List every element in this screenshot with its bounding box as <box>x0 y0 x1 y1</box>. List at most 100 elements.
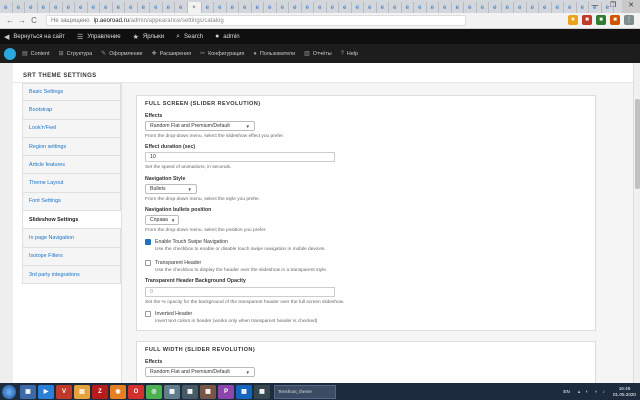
browser-tab[interactable]: e <box>163 2 175 13</box>
explorer-icon[interactable]: ▤ <box>74 384 90 399</box>
browser-tab[interactable]: e <box>113 2 125 13</box>
browser-tab[interactable]: e <box>539 2 552 13</box>
star-icon[interactable]: ★ <box>568 15 578 25</box>
bulletpos-select[interactable]: Справа ▼ <box>145 215 179 225</box>
chrome-icon[interactable]: ◎ <box>146 384 162 399</box>
url-input[interactable]: Не защищено lp.aeoroad.ru /admin/appeara… <box>46 15 466 26</box>
app-icon[interactable]: ▦ <box>182 384 198 399</box>
page-scrollbar[interactable] <box>633 63 640 383</box>
manage-tab[interactable]: ☰ Управление <box>77 33 121 41</box>
browser-tab[interactable]: e <box>377 2 389 13</box>
firefox-icon[interactable]: ◉ <box>110 384 126 399</box>
sidebar-item[interactable]: Font Settings <box>22 192 121 212</box>
browser-tab[interactable]: e <box>452 2 464 13</box>
browser-tab[interactable]: e <box>100 2 113 13</box>
search-tab[interactable]: ⌕ Search <box>176 33 203 41</box>
browser-tab[interactable]: e <box>264 2 277 13</box>
duration-input[interactable]: 10 <box>145 152 335 162</box>
browser-tab[interactable]: e <box>0 2 13 13</box>
menu-item-config[interactable]: ✂ Конфигурация <box>200 50 244 58</box>
browser-tab[interactable]: e <box>502 2 514 13</box>
browser-tab[interactable]: e <box>564 2 577 13</box>
sidebar-item[interactable]: Region settings <box>22 137 121 157</box>
menu-item-appearance[interactable]: ✎ Оформление <box>101 50 143 58</box>
browser-tab[interactable]: e <box>227 2 239 13</box>
phpstorm-icon[interactable]: P <box>218 384 234 399</box>
reload-button[interactable]: C <box>28 16 40 25</box>
app-icon[interactable]: ▦ <box>254 384 270 399</box>
sidebar-item[interactable]: Basic Settings <box>22 83 121 102</box>
browser-tab[interactable]: e <box>63 2 75 13</box>
browser-tab[interactable]: e <box>25 2 38 13</box>
media-icon[interactable]: ▶ <box>38 384 54 399</box>
checkbox-unchecked-icon[interactable] <box>145 260 151 266</box>
browser-tab[interactable]: e <box>527 2 539 13</box>
extension-icon[interactable]: ■ <box>596 15 606 25</box>
insecure-label[interactable]: Не защищено <box>51 18 90 24</box>
browser-tab[interactable]: e <box>175 2 188 13</box>
checkbox-unchecked-icon[interactable] <box>145 311 151 317</box>
browser-tab[interactable]: e <box>75 2 88 13</box>
browser-tab[interactable]: e <box>477 2 489 13</box>
shortcuts-tab[interactable]: ★ Ярлыки <box>133 33 165 41</box>
browser-tab[interactable]: e <box>252 2 264 13</box>
sidebar-item[interactable]: Bootstrap <box>22 101 121 120</box>
close-window-button[interactable]: ✕ <box>622 0 640 13</box>
sidebar-item[interactable]: Look'n'Feel <box>22 119 121 138</box>
user-tab[interactable]: ● admin <box>215 33 240 40</box>
transparent-header-checkbox[interactable]: Transparent Header <box>145 260 201 266</box>
tray-icons[interactable]: ▴ ◐ ◑ ♪ <box>578 389 607 395</box>
browser-tab[interactable]: e <box>364 2 377 13</box>
browser-tab[interactable]: e <box>138 2 150 13</box>
menu-item-reports[interactable]: ▥ Отчёты <box>304 50 331 58</box>
menu-item-content[interactable]: ▤ Content <box>22 50 50 58</box>
app-icon[interactable]: ▦ <box>200 384 216 399</box>
clock[interactable]: 16:49 01.05.2020 <box>613 386 636 397</box>
browser-tab[interactable]: e <box>327 2 339 13</box>
browser-tab[interactable]: e <box>289 2 302 13</box>
browser-tab[interactable]: e <box>402 2 414 13</box>
browser-tab[interactable]: e <box>302 2 314 13</box>
browser-tab[interactable]: e <box>352 2 364 13</box>
scrollbar-thumb[interactable] <box>635 99 640 189</box>
browser-tab[interactable]: e <box>339 2 352 13</box>
browser-tab[interactable]: e <box>427 2 439 13</box>
menu-item-extend[interactable]: ✚ Расширения <box>152 50 191 58</box>
sidebar-item[interactable]: Slideshow Settings <box>22 211 121 230</box>
language-indicator[interactable]: EN <box>563 389 569 394</box>
menu-icon[interactable]: ⋮ <box>624 15 634 25</box>
app-icon[interactable]: ▦ <box>236 384 252 399</box>
browser-tab[interactable]: e <box>202 2 214 13</box>
browser-tab[interactable]: e <box>50 2 63 13</box>
vivaldi-icon[interactable]: V <box>56 384 72 399</box>
browser-tab[interactable]: e <box>489 2 502 13</box>
extension-icon[interactable]: ■ <box>610 15 620 25</box>
minimize-button[interactable]: — <box>586 0 604 13</box>
opera-icon[interactable]: O <box>128 384 144 399</box>
browser-tab[interactable]: e <box>214 2 227 13</box>
browser-tab[interactable]: e <box>439 2 452 13</box>
browser-tab[interactable]: e <box>38 2 50 13</box>
browser-tab[interactable]: e <box>239 2 252 13</box>
sidebar-item[interactable]: 3rd party integrations <box>22 265 121 285</box>
menu-item-structure[interactable]: ⊞ Структура <box>59 50 93 58</box>
effects-select[interactable]: Random Flat and Premium/Default ▼ <box>145 121 255 131</box>
menu-item-people[interactable]: ● Пользователи <box>253 51 295 57</box>
browser-tab[interactable]: e <box>514 2 527 13</box>
browser-tab[interactable]: e <box>314 2 327 13</box>
app-icon[interactable]: ▦ <box>164 384 180 399</box>
browser-tab[interactable]: e <box>150 2 163 13</box>
filezilla-icon[interactable]: Z <box>92 384 108 399</box>
browser-tab[interactable]: e <box>13 2 25 13</box>
checkbox-checked-icon[interactable] <box>145 239 151 245</box>
start-button[interactable] <box>2 384 16 399</box>
maximize-button[interactable]: ❐ <box>604 0 622 13</box>
browser-tab[interactable]: e <box>88 2 100 13</box>
sidebar-item[interactable]: Isotope Filters <box>22 247 121 266</box>
sidebar-item[interactable]: Theme Layout <box>22 174 121 193</box>
forward-button[interactable]: → <box>16 16 28 25</box>
browser-tab[interactable]: e <box>464 2 477 13</box>
browser-tab[interactable]: e <box>552 2 564 13</box>
browser-tab[interactable]: e <box>277 2 289 13</box>
browser-tab[interactable]: e <box>414 2 427 13</box>
